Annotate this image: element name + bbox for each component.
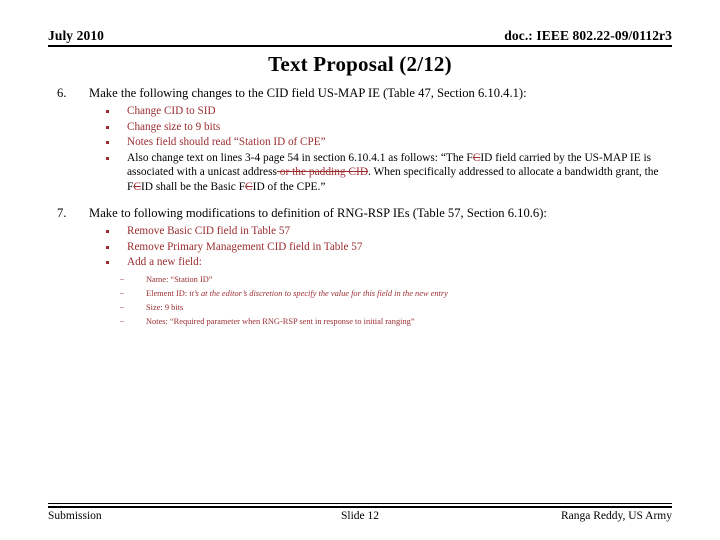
footer-right-label: Ranga Reddy, US Army — [560, 510, 672, 522]
struck-phrase-padding-cid: or the padding CID — [276, 166, 369, 179]
item-7-text: Make to following modifications to defin… — [89, 206, 547, 220]
item-7-bullet-list: Remove Basic CID field in Table 57 Remov… — [57, 224, 681, 270]
list-item: Change CID to SID — [57, 104, 681, 119]
bullet-paragraph: Also change text on lines 3-4 page 54 in… — [127, 151, 681, 194]
para-part-4: ID shall be the Basic F — [140, 180, 246, 193]
bullet-label: Remove Primary Management CID field in T… — [127, 240, 363, 253]
dash-bullet-icon — [57, 273, 146, 286]
subfield-label: Size: 9 bits — [146, 302, 184, 312]
list-item: Name: “Station ID” — [57, 273, 681, 286]
footer-divider-thick — [48, 506, 672, 508]
header-document-number: doc.: IEEE 802.22-09/0112r3 — [504, 28, 672, 43]
list-item: Change size to 9 bits — [57, 120, 681, 135]
bullet-label: Remove Basic CID field in Table 57 — [127, 225, 291, 237]
square-bullet-icon — [57, 151, 127, 194]
header-date: July 2010 — [48, 28, 105, 43]
struck-letter-c-3: C — [245, 180, 253, 193]
bullet-label: Change size to 9 bits — [127, 120, 221, 133]
list-item: Size: 9 bits — [57, 301, 681, 314]
bullet-label: Add a new field: — [127, 256, 202, 269]
subfield-row: Name: “Station ID” — [146, 274, 681, 286]
square-bullet-icon — [57, 224, 127, 239]
square-bullet-icon — [57, 255, 127, 270]
subfield-note: it’s at the editor’s discretion to speci… — [189, 288, 448, 298]
slide-body: 6. Make the following changes to the CID… — [57, 86, 681, 329]
slide-footer: Submission Ranga Reddy, US Army — [48, 510, 672, 522]
footer-divider-thin — [48, 503, 672, 504]
para-part-5: ID of the CPE.” — [252, 180, 326, 193]
item-6-number: 6. — [57, 86, 67, 100]
dash-bullet-icon — [57, 314, 146, 328]
struck-letter-c-2: C — [133, 180, 141, 193]
square-bullet-icon — [57, 120, 127, 135]
slide-canvas: July 2010 doc.: IEEE 802.22-09/0112r3 Te… — [0, 0, 720, 540]
subfield-row: Notes: “Required parameter when RNG-RSP … — [146, 316, 681, 328]
numbered-item-7: 7. Make to following modifications to de… — [57, 206, 681, 221]
subfield-label: Name: “Station ID” — [146, 274, 213, 284]
list-item: Remove Basic CID field in Table 57 — [57, 224, 681, 239]
page-title: Text Proposal (2/12) — [268, 52, 452, 76]
item-7-number: 7. — [57, 206, 67, 220]
numbered-item-6: 6. Make the following changes to the CID… — [57, 86, 681, 101]
dash-bullet-icon — [57, 301, 146, 314]
item-7-subfield-list: Name: “Station ID” Element ID: it’s at t… — [57, 273, 681, 328]
subfield-row: Element ID: it’s at the editor’s discret… — [146, 288, 681, 300]
footer-left-label: Submission — [48, 510, 102, 522]
square-bullet-icon — [57, 240, 127, 255]
bullet-label: Notes field should read “Station ID of C… — [127, 136, 326, 149]
list-item: Notes: “Required parameter when RNG-RSP … — [57, 314, 681, 328]
square-bullet-icon — [57, 104, 127, 119]
list-item-edit-paragraph: Also change text on lines 3-4 page 54 in… — [57, 151, 681, 194]
subfield-label: Notes: “Required parameter when RNG-RSP … — [146, 316, 415, 326]
dash-bullet-icon — [57, 287, 146, 300]
subfield-row: Size: 9 bits — [146, 302, 681, 314]
item-6-bullet-list: Change CID to SID Change size to 9 bits … — [57, 104, 681, 194]
list-item: Remove Primary Management CID field in T… — [57, 240, 681, 255]
slide-header: July 2010 doc.: IEEE 802.22-09/0112r3 — [48, 28, 672, 44]
para-part-1: Also change text on lines 3-4 page 54 in… — [127, 151, 473, 164]
list-item: Add a new field: — [57, 255, 681, 270]
subfield-label: Element ID: — [146, 288, 190, 298]
list-item: Element ID: it’s at the editor’s discret… — [57, 287, 681, 300]
bullet-label: Change CID to SID — [127, 105, 216, 117]
item-6-text: Make the following changes to the CID fi… — [89, 86, 527, 100]
list-item: Notes field should read “Station ID of C… — [57, 135, 681, 150]
square-bullet-icon — [57, 135, 127, 150]
header-divider — [48, 45, 672, 47]
